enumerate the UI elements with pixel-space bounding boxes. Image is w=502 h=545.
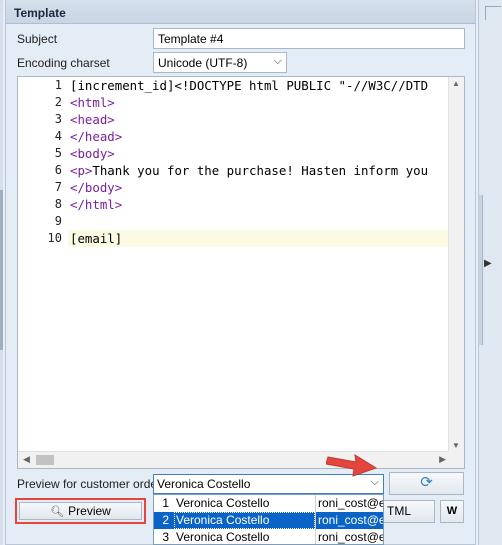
dropdown-option[interactable]: 1 Veronica Costello roni_cost@ex — [154, 495, 383, 512]
word-wrap-button[interactable]: W — [440, 500, 464, 523]
code-editor[interactable]: 1 2 3 4 5 6 7 8 9 10 [increment_id]<!DOCTYPE html… — [17, 76, 465, 469]
option-num: 1 — [162, 496, 169, 510]
panel-title: Template — [6, 0, 475, 24]
line-number: 4 — [54, 129, 62, 143]
option-email: roni_cost@ex — [315, 512, 383, 529]
code-line[interactable]: [email] — [68, 230, 449, 247]
option-name: Veronica Costello — [174, 512, 315, 529]
line-number: 2 — [54, 95, 62, 109]
preview-label: Preview — [68, 504, 111, 518]
subject-label: Subject — [17, 32, 58, 46]
code-line[interactable]: </head> — [68, 128, 449, 145]
dropdown-option[interactable]: 2 Veronica Costelloroni_cost@ex — [154, 512, 383, 529]
line-number: 9 — [54, 214, 62, 228]
code-line[interactable]: </html> — [68, 196, 449, 213]
word-wrap-icon: W — [446, 505, 458, 517]
chevron-down-icon: ⌵ — [273, 55, 282, 67]
scroll-corner — [448, 451, 464, 468]
order-label: Preview for customer order — [17, 477, 162, 491]
right-collapsed-panel[interactable]: ▶ — [478, 0, 502, 545]
line-number: 10 — [47, 231, 62, 245]
option-name: Veronica Costello — [176, 496, 270, 510]
option-num: 2 — [162, 513, 169, 527]
horizontal-scrollbar[interactable]: ◀ ▶ — [18, 451, 450, 468]
line-number: 6 — [54, 163, 62, 177]
scroll-up-icon[interactable]: ▲ — [452, 79, 460, 88]
line-number: 8 — [54, 197, 62, 211]
line-number: 5 — [54, 146, 62, 160]
order-value: Veronica Costello — [157, 477, 251, 491]
code-line[interactable]: [increment_id]<!DOCTYPE html PUBLIC "-//… — [68, 77, 449, 94]
red-arrow-icon — [326, 454, 378, 477]
subject-input[interactable]: Template #4 — [153, 28, 465, 49]
line-number: 1 — [54, 78, 62, 92]
dropdown-option[interactable]: 3 Veronica Costello roni_cost@ex — [154, 529, 383, 544]
code-line[interactable]: <p>Thank you for the purchase! Hasten in… — [68, 162, 449, 179]
scroll-right-icon[interactable]: ▶ — [439, 454, 446, 465]
code-line[interactable]: <body> — [68, 145, 449, 162]
encoding-label: Encoding charset — [17, 56, 110, 70]
scroll-thumb[interactable] — [36, 455, 54, 465]
expand-right-icon[interactable]: ▶ — [484, 258, 492, 269]
encoding-value: Unicode (UTF-8) — [158, 56, 248, 70]
panel-corner — [485, 6, 501, 20]
scroll-left-icon[interactable]: ◀ — [23, 454, 30, 465]
code-line[interactable] — [68, 213, 449, 230]
scroll-down-icon[interactable]: ▼ — [452, 441, 460, 450]
option-name: Veronica Costello — [176, 530, 270, 544]
option-email: roni_cost@ex — [315, 495, 383, 512]
encoding-select[interactable]: Unicode (UTF-8) ⌵ — [153, 52, 287, 73]
left-splitter[interactable] — [0, 190, 3, 350]
splitter-handle[interactable] — [479, 195, 483, 345]
code-line[interactable]: </body> — [68, 179, 449, 196]
refresh-icon: ⟳ — [420, 474, 433, 491]
magnifier-icon: 🔍︎ — [50, 506, 65, 518]
code-line[interactable]: <html> — [68, 94, 449, 111]
left-edge — [0, 0, 3, 545]
option-email: roni_cost@ex — [315, 529, 383, 544]
option-num: 3 — [162, 530, 169, 544]
refresh-button[interactable]: ⟳ — [389, 472, 464, 495]
line-number: 7 — [54, 180, 62, 194]
code-line[interactable]: <head> — [68, 111, 449, 128]
code-area[interactable]: [increment_id]<!DOCTYPE html PUBLIC "-//… — [68, 77, 449, 452]
html-button[interactable]: TML — [380, 500, 435, 523]
line-number: 3 — [54, 112, 62, 126]
preview-button[interactable]: 🔍︎ Preview — [19, 502, 142, 520]
customer-order-dropdown[interactable]: 1Veronica Costelloroni_cost@ex2Veronica … — [153, 494, 384, 545]
line-number-gutter: 1 2 3 4 5 6 7 8 9 10 — [18, 77, 66, 452]
vertical-scrollbar[interactable]: ▲ ▼ — [448, 77, 464, 452]
